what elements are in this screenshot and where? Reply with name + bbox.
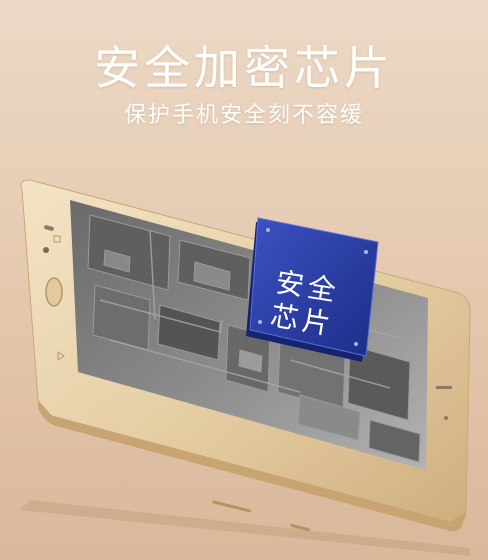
camera-icon — [43, 247, 49, 253]
home-button-icon — [45, 277, 63, 307]
product-banner: 安全加密芯片 保护手机安全刻不容缓 安全 芯片 — [0, 0, 488, 560]
volume-button-icon — [212, 500, 252, 513]
sensor-icon — [444, 416, 448, 420]
phone-illustration — [20, 179, 471, 556]
speaker-grille-icon — [436, 386, 452, 389]
chip-label: 安全 芯片 — [265, 265, 345, 343]
